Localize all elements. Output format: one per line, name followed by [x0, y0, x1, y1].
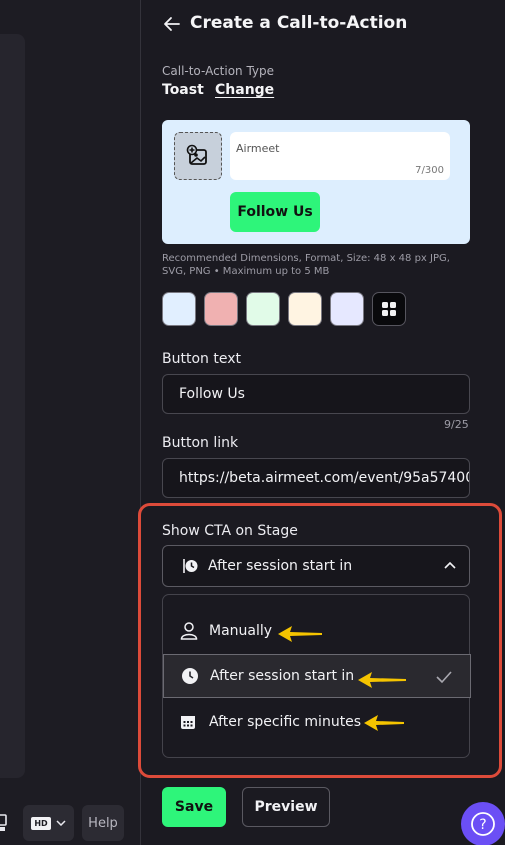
show-cta-select[interactable]: After session start in — [162, 545, 470, 587]
change-type-link[interactable]: Change — [215, 82, 274, 98]
dimensions-note: Recommended Dimensions, Format, Size: 48… — [162, 253, 450, 277]
screen-share-icon[interactable] — [0, 813, 10, 833]
show-cta-label: Show CTA on Stage — [162, 523, 298, 539]
option-label: After specific minutes — [209, 714, 362, 730]
toast-message-text: Airmeet — [236, 142, 280, 155]
clock-icon — [183, 559, 198, 573]
color-swatch[interactable] — [162, 292, 196, 326]
chevron-up-icon — [444, 561, 456, 569]
help-fab-button[interactable]: ? — [461, 802, 505, 845]
button-text-input[interactable]: Follow Us — [162, 374, 470, 414]
page-title: Create a Call-to-Action — [190, 13, 408, 33]
color-swatch[interactable] — [330, 292, 364, 326]
option-label: Manually — [209, 623, 273, 639]
button-link-value: https://beta.airmeet.com/event/95a57400 — [179, 470, 470, 486]
show-cta-dropdown: Manually After session start in After sp… — [162, 594, 471, 758]
cta-type-value: Toast — [162, 82, 204, 98]
clock-icon — [182, 668, 198, 684]
annotation-arrow-icon — [358, 672, 406, 688]
button-text-counter: 9/25 — [444, 418, 469, 431]
save-button[interactable]: Save — [162, 787, 226, 827]
check-icon — [436, 671, 452, 684]
annotation-arrow-icon — [364, 715, 404, 731]
show-cta-selected-value: After session start in — [208, 558, 353, 574]
hd-badge: HD — [31, 816, 51, 830]
quality-selector[interactable]: HD — [23, 805, 74, 841]
stage-card — [0, 34, 25, 778]
help-fab-label: ? — [479, 817, 486, 833]
option-label: After session start in — [210, 668, 355, 684]
toast-preview-button: Follow Us — [230, 192, 320, 232]
button-link-label: Button link — [162, 435, 239, 451]
image-upload-button[interactable] — [174, 132, 222, 180]
preview-button[interactable]: Preview — [242, 787, 330, 827]
annotation-arrow-icon — [278, 626, 322, 642]
color-swatch[interactable] — [204, 292, 238, 326]
button-link-input[interactable]: https://beta.airmeet.com/event/95a57400 — [162, 458, 470, 498]
toast-char-count: 7/300 — [415, 165, 444, 176]
question-icon: ? — [471, 812, 495, 836]
calendar-icon — [181, 716, 195, 729]
person-icon — [180, 622, 198, 640]
app-root: HD Help Create a Call-to-Action Call-to-… — [0, 0, 505, 845]
color-swatch[interactable] — [246, 292, 280, 326]
grid-icon — [382, 302, 396, 316]
cta-type-label: Call-to-Action Type — [162, 64, 275, 78]
image-add-icon — [186, 144, 207, 165]
button-text-label: Button text — [162, 351, 241, 367]
toast-preview: Airmeet 7/300 Follow Us — [162, 120, 470, 244]
button-text-value: Follow Us — [179, 386, 245, 402]
toast-message-field[interactable]: Airmeet 7/300 — [230, 132, 450, 180]
color-swatch[interactable] — [288, 292, 322, 326]
option-after-specific-minutes[interactable]: After specific minutes — [163, 700, 471, 744]
arrow-left-icon[interactable] — [163, 14, 181, 34]
chevron-down-icon — [56, 820, 66, 826]
option-after-session-start[interactable]: After session start in — [163, 654, 471, 698]
more-colors-button[interactable] — [372, 292, 406, 326]
help-button[interactable]: Help — [82, 805, 124, 841]
